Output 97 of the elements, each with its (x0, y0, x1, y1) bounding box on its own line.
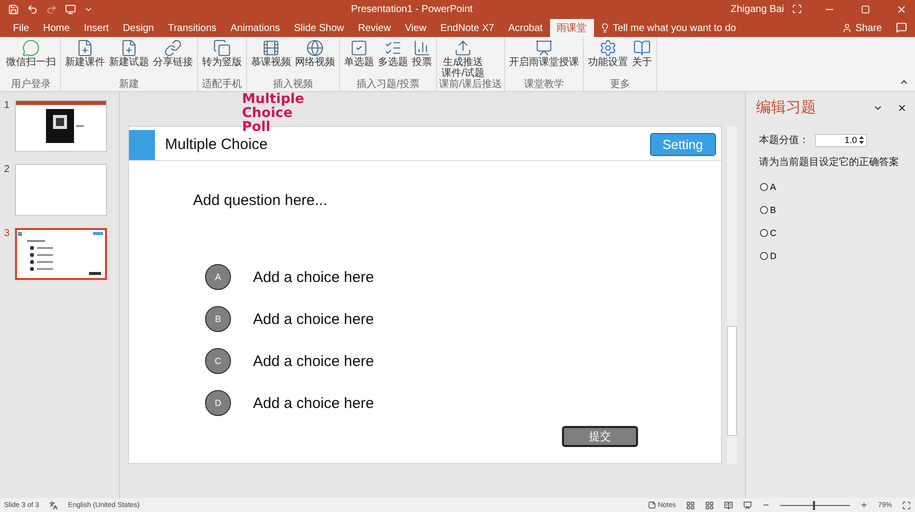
ribbon-tab[interactable]: Slide Show (286, 19, 352, 37)
ribbon-group-label: 课前/课后推送 (439, 79, 502, 90)
ribbon-tab[interactable]: Acrobat (501, 19, 550, 37)
reading-view-icon[interactable] (724, 500, 733, 510)
ribbon-group-label: 插入习题/投票 (356, 79, 420, 90)
ribbon-group-label: 适配手机 (201, 79, 243, 90)
answer-radio[interactable]: B (760, 205, 907, 215)
ribbon-tab[interactable]: File (6, 19, 36, 37)
lightbulb-icon (600, 23, 610, 33)
ribbon-group-label: 课堂教学 (522, 79, 565, 90)
choice-letter: A (205, 264, 231, 290)
user-name[interactable]: Zhigang Bai (730, 4, 784, 14)
ribbon-button[interactable]: 分享链接 (151, 37, 195, 68)
person-icon (842, 23, 852, 33)
close-icon[interactable] (897, 102, 907, 112)
spin-arrows-icon[interactable] (859, 135, 864, 145)
zoom-in-icon[interactable] (860, 501, 868, 509)
answer-radio[interactable]: C (760, 228, 907, 238)
choice-text: Add a choice here (253, 310, 374, 328)
instruction-text: 请为当前题目设定它的正确答案 (759, 156, 900, 169)
chat-bubble-icon (22, 39, 40, 57)
choice-letter: B (205, 306, 231, 332)
ribbon-tab[interactable]: Design (116, 19, 161, 37)
film-icon (262, 39, 280, 57)
pane-title: 编辑习题 (756, 98, 817, 117)
annotation-text: Multiple Choice Poll (242, 92, 306, 134)
new-document-icon (76, 39, 94, 57)
question-text: Add question here... (193, 192, 328, 209)
ribbon-button[interactable]: 单选题 (342, 37, 376, 68)
choice-text: Add a choice here (253, 268, 374, 286)
slide-number: 3 (4, 228, 11, 241)
slideshow-icon[interactable] (65, 4, 76, 14)
ribbon-button[interactable]: 生成推送课件/试题 (439, 37, 487, 79)
ribbon-button[interactable]: 功能设置 (586, 37, 630, 68)
comments-icon[interactable] (896, 22, 907, 33)
score-label: 本题分值： (759, 134, 809, 147)
scrollbar[interactable] (727, 126, 737, 464)
copy-icon (213, 39, 231, 57)
ribbon-button[interactable]: 转为竖版 (200, 37, 244, 68)
slide-sorter-icon[interactable] (704, 500, 714, 510)
ribbon-display-icon[interactable] (792, 4, 802, 14)
ribbon-tab[interactable]: Home (36, 19, 77, 37)
globe-icon (306, 39, 324, 57)
ribbon-tab[interactable]: Animations (224, 19, 287, 37)
answer-radio[interactable]: D (760, 251, 907, 261)
book-icon (632, 39, 651, 57)
ribbon-tab[interactable]: View (398, 19, 434, 37)
checkbox-icon (350, 39, 368, 57)
answer-radio[interactable]: A (760, 182, 907, 192)
ribbon-button[interactable]: 慕课视频 (249, 37, 293, 68)
ribbon-tab[interactable]: Review (351, 19, 398, 37)
ribbon-button[interactable]: 网络视频 (293, 37, 337, 68)
ribbon-button[interactable]: 投票 (410, 37, 434, 68)
slide-number: 2 (4, 164, 11, 177)
ribbon-button[interactable]: 关于 (630, 37, 654, 68)
undo-icon[interactable] (27, 4, 38, 14)
bar-chart-icon (413, 39, 431, 57)
ribbon-button[interactable]: 新建试题 (107, 37, 151, 68)
settings-icon (598, 39, 617, 57)
ribbon-group-label: 插入视频 (272, 79, 314, 90)
slide-number: 1 (4, 100, 11, 113)
ribbon-group-label: 新建 (118, 79, 140, 90)
share-button[interactable]: Share (836, 19, 888, 37)
window-title: Presentation1 - PowerPoint (350, 4, 474, 14)
fit-slide-icon[interactable] (902, 500, 911, 510)
slideshow-icon[interactable] (742, 500, 752, 510)
ribbon-group-label: 用户登录 (10, 79, 52, 90)
ribbon-button[interactable]: 微信扫一扫 (4, 37, 58, 68)
choice-letter: D (205, 390, 231, 416)
submit-button[interactable]: 提交 (562, 426, 638, 447)
new-document-icon (120, 39, 138, 57)
ribbon-button[interactable]: 新建课件 (63, 37, 107, 68)
score-field[interactable]: 1.0 (815, 134, 867, 146)
spelling-icon[interactable] (49, 500, 58, 510)
tell-me-field[interactable]: Tell me what you want to do (612, 22, 736, 34)
normal-view-icon[interactable] (686, 500, 695, 510)
zoom-slider-thumb[interactable] (812, 500, 815, 510)
ribbon-group-label: 更多 (608, 79, 631, 90)
choice-text: Add a choice here (253, 394, 374, 412)
upload-icon (454, 39, 472, 57)
presentation-icon (534, 39, 553, 57)
ribbon-tab[interactable]: EndNote X7 (433, 19, 502, 37)
save-icon[interactable] (8, 4, 19, 14)
ribbon-tab[interactable]: Insert (76, 19, 116, 37)
title-marker (129, 130, 155, 160)
checklist-icon (384, 39, 402, 57)
slide-title: Multiple Choice (165, 136, 269, 153)
slide-thumbnail[interactable] (15, 164, 107, 216)
restore-icon[interactable] (861, 4, 870, 14)
link-icon (164, 39, 182, 57)
choice-text: Add a choice here (253, 352, 374, 370)
choice-letter: C (205, 348, 231, 374)
ribbon-button[interactable]: 多选题 (376, 37, 410, 68)
ribbon-tab[interactable]: Transitions (160, 19, 224, 37)
notes-icon (648, 501, 656, 509)
ribbon-button[interactable]: 开启雨课堂授课 (506, 37, 581, 68)
ribbon-tab[interactable]: 雨课堂 (550, 19, 594, 37)
